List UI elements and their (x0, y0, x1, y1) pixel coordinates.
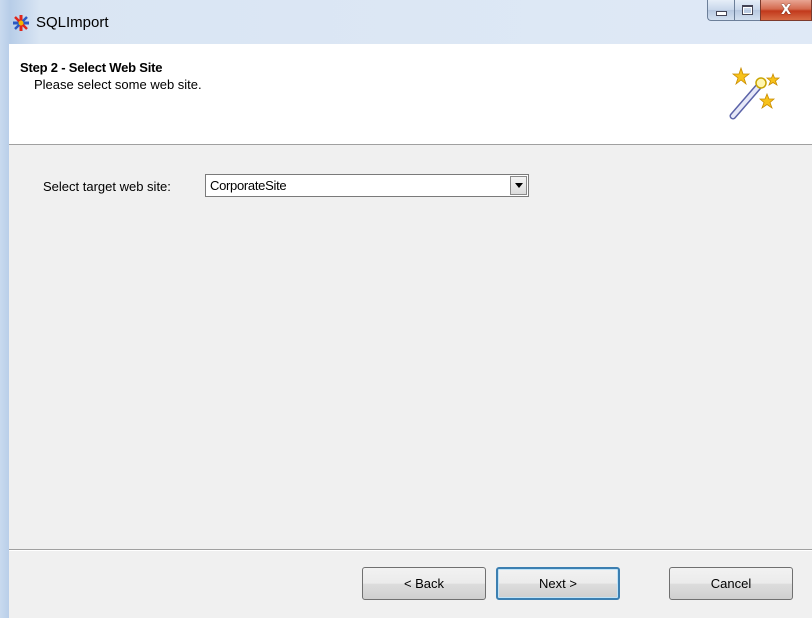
minimize-icon (715, 10, 727, 16)
target-site-selected-value: CorporateSite (210, 178, 287, 193)
footer-separator (9, 549, 812, 550)
magic-wand-icon (729, 66, 781, 120)
maximize-button[interactable] (734, 0, 760, 21)
minimize-button[interactable] (707, 0, 734, 21)
cancel-button[interactable]: Cancel (669, 567, 793, 600)
target-site-combobox[interactable]: CorporateSite (205, 174, 529, 197)
maximize-icon (742, 5, 753, 15)
wizard-header: Step 2 - Select Web Site Please select s… (9, 44, 812, 145)
step-subtitle: Please select some web site. (34, 77, 202, 92)
title-bar[interactable]: SQLImport X (0, 0, 812, 44)
wizard-window: SQLImport X Step 2 - Select Web Site Ple… (0, 0, 812, 618)
target-site-label: Select target web site: (43, 179, 171, 194)
asterisk-app-icon (13, 15, 29, 31)
close-button[interactable]: X (760, 0, 812, 21)
step-title: Step 2 - Select Web Site (20, 60, 163, 75)
window-title: SQLImport (36, 14, 109, 31)
close-icon: X (780, 2, 792, 18)
caption-buttons: X (707, 0, 812, 22)
chevron-down-icon (514, 183, 523, 188)
back-button[interactable]: < Back (362, 567, 486, 600)
dropdown-arrow-button[interactable] (510, 176, 527, 195)
next-button[interactable]: Next > (496, 567, 620, 600)
wizard-client-area: Step 2 - Select Web Site Please select s… (9, 44, 812, 618)
